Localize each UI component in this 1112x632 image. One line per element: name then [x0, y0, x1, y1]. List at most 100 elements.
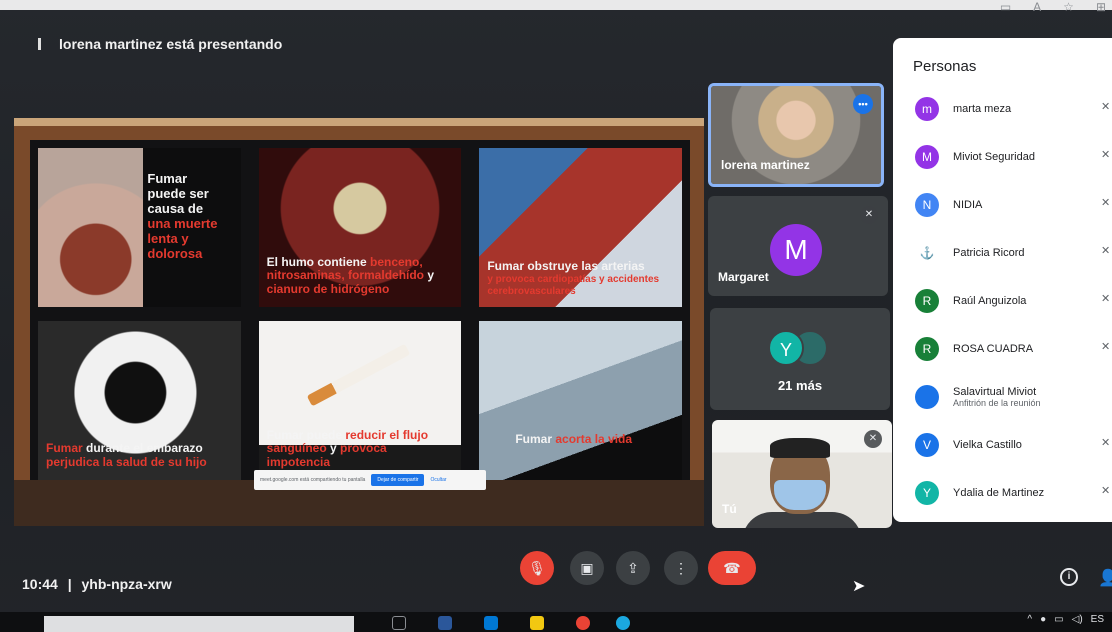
participant-list-name: Vielka Castillo	[953, 439, 1022, 451]
system-tray: ^ ● ▭ ◁) ES	[1027, 614, 1104, 625]
participant-list-name: NIDIA	[953, 199, 983, 211]
camera-icon: ▣	[580, 560, 594, 576]
caption-highlight: Fumar	[46, 441, 83, 456]
mic-off-icon: ✕	[864, 430, 882, 448]
meeting-details-button[interactable]: i	[1060, 568, 1078, 586]
hide-notice-button[interactable]: Ocultar	[430, 477, 446, 483]
tray-mic-icon[interactable]: ●	[1040, 614, 1046, 625]
participant-name: lorena martinez	[721, 158, 810, 172]
caption-line: Fumar	[147, 171, 188, 186]
slide-caption-3: Fumar obstruye las arterias y provoca ca…	[487, 259, 674, 297]
task-view-icon[interactable]	[392, 616, 406, 630]
present-button[interactable]: ⇪	[616, 551, 650, 585]
screen-share-notice: meet.google.com está compartiendo tu pan…	[254, 470, 486, 490]
people-panel: Personas m marta meza ✕ M Miviot Seguridad ✕ N…	[893, 38, 1112, 522]
reader-icon[interactable]: ▭	[1000, 0, 1011, 14]
caption-line: causa de	[147, 200, 204, 216]
mic-off-icon: ✕	[1101, 485, 1111, 497]
participant-list-name: Ydalia de Martinez	[953, 487, 1045, 499]
font-size-icon[interactable]: A	[1033, 0, 1041, 14]
people-button[interactable]: 👤	[1098, 568, 1112, 588]
caption-highlight: perjudica la salud de su hijo	[46, 455, 207, 470]
chrome-icon[interactable]	[576, 616, 590, 630]
meeting-separator: |	[67, 576, 72, 592]
avatar	[915, 385, 939, 409]
mic-toggle-button[interactable]: 🎙	[520, 551, 554, 585]
participant-list-item[interactable]: M Miviot Seguridad ✕	[915, 142, 1110, 172]
avatar: Y	[915, 481, 939, 505]
hang-up-button[interactable]: ☎	[708, 551, 756, 585]
windows-taskbar: ^ ● ▭ ◁) ES	[0, 612, 1112, 632]
outlook-icon[interactable]	[484, 616, 498, 630]
avatar: ⚓	[915, 241, 939, 265]
collections-icon[interactable]: ⊞	[1096, 0, 1106, 14]
caption-text: durante el embarazo	[82, 441, 203, 456]
mic-off-icon: ✕	[1101, 197, 1111, 209]
caption-highlight: una muerte lenta y dolorosa	[147, 215, 218, 261]
participant-list-item[interactable]: N NIDIA ✕	[915, 190, 1110, 220]
participant-list-item[interactable]: m marta meza ✕	[915, 94, 1110, 124]
slide-tile-1: Fumar puede ser causa de una muerte lent…	[38, 148, 241, 307]
participant-list-name: Raúl Anguizola	[953, 295, 1027, 307]
avatar: M	[915, 145, 939, 169]
slide-tile-2: El humo contiene benceno, nitrosaminas, …	[258, 148, 462, 307]
participant-list-name: Salavirtual Miviot	[953, 386, 1037, 398]
more-options-button[interactable]: ⋮	[664, 551, 698, 585]
caption-line: puede ser	[147, 185, 209, 201]
participant-tile-lorena[interactable]: ••• lorena martinez	[708, 83, 884, 187]
avatar: N	[915, 193, 939, 217]
participant-list-item[interactable]: Salavirtual Miviot Anfitrión de la reunió…	[915, 382, 1041, 412]
participant-tile-margaret[interactable]: ✕ M Margaret	[708, 196, 888, 296]
slide-tile-3: Fumar obstruye las arterias y provoca ca…	[479, 148, 682, 307]
taskbar-search-box[interactable]	[44, 616, 354, 632]
participant-name: Tú	[722, 502, 737, 516]
slide-tile-5: Fumar puede reducir el flujo sanguíneo y…	[258, 321, 462, 480]
avatar: V	[915, 433, 939, 457]
edge-icon[interactable]	[616, 616, 630, 630]
participant-list-item[interactable]: V Vielka Castillo ✕	[915, 430, 1110, 460]
stop-sharing-button[interactable]: Dejar de compartir	[371, 474, 425, 486]
mic-off-icon: ✕	[1101, 437, 1111, 449]
video-person-shirt	[742, 512, 862, 528]
mic-off-icon: ✕	[1101, 149, 1111, 161]
slide-tile-4: Fumar durante el embarazo perjudica la s…	[38, 321, 241, 480]
slide-photo-shroud	[479, 321, 682, 480]
meet-screen: ▭ A ☆ ⊞ lorena martinez está presentando…	[0, 0, 1112, 632]
participant-name: Margaret	[718, 270, 769, 284]
slide-caption-2: El humo contiene benceno, nitrosaminas, …	[266, 254, 454, 297]
file-explorer-icon[interactable]	[530, 616, 544, 630]
mic-off-icon: ✕	[1101, 341, 1111, 353]
caption-text: Fumar puede	[266, 427, 346, 442]
volume-icon[interactable]: ◁)	[1072, 614, 1083, 625]
avatar: R	[915, 289, 939, 313]
participant-tile-self[interactable]: ✕ Tú	[712, 420, 892, 528]
caption-text: El humo contiene	[266, 254, 370, 269]
participant-tile-more[interactable]: Y 21 más	[710, 308, 890, 410]
caption-text: y	[326, 441, 341, 456]
language-indicator[interactable]: ES	[1091, 614, 1104, 625]
mic-off-icon: ✕	[1101, 245, 1111, 257]
meeting-info: 10:44 | yhb-npza-xrw	[22, 576, 172, 592]
participant-list-item[interactable]: ⚓ Patricia Ricord ✕	[915, 238, 1110, 268]
participant-list-name: marta meza	[953, 103, 1012, 115]
panel-title: Personas	[913, 58, 977, 75]
presenter-banner-text: lorena martinez está presentando	[59, 36, 283, 52]
mic-off-icon: 🎙	[528, 560, 546, 576]
participant-list-item[interactable]: R Raúl Anguizola ✕	[915, 286, 1110, 316]
favorites-icon[interactable]: ☆	[1063, 0, 1074, 14]
slide-caption-4: Fumar durante el embarazo perjudica la s…	[46, 442, 233, 470]
participant-list-item[interactable]: Y Ydalia de Martinez ✕	[915, 478, 1110, 508]
participant-list-item[interactable]: R ROSA CUADRA ✕	[915, 334, 1110, 364]
word-icon[interactable]	[438, 616, 452, 630]
camera-toggle-button[interactable]: ▣	[570, 551, 604, 585]
more-participants-label: 21 más	[777, 378, 823, 393]
tray-chevron-icon[interactable]: ^	[1027, 614, 1032, 625]
avatar-stack: Y	[768, 330, 848, 366]
network-icon[interactable]: ▭	[1054, 614, 1063, 625]
video-person-hair	[770, 438, 830, 458]
presenter-banner: lorena martinez está presentando	[38, 36, 282, 52]
mouse-cursor-icon: ➤	[852, 578, 866, 595]
avatar: Y	[768, 330, 804, 366]
meeting-code: yhb-npza-xrw	[81, 576, 172, 592]
caption-text: Fumar obstruye las arterias	[487, 259, 645, 274]
